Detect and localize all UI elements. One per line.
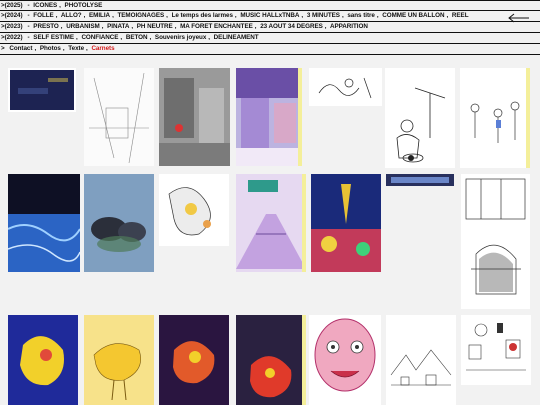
- gallery-thumbnail[interactable]: [84, 174, 154, 272]
- gallery-thumbnail[interactable]: [309, 315, 381, 405]
- gallery-thumbnail[interactable]: [386, 174, 454, 186]
- gallery-thumbnail[interactable]: [8, 315, 78, 405]
- gallery-thumbnail[interactable]: [236, 315, 306, 405]
- gallery-thumbnail[interactable]: [159, 315, 229, 405]
- gallery-thumbnail[interactable]: [236, 68, 302, 166]
- gallery-thumbnail[interactable]: [386, 315, 456, 405]
- gallery-thumbnail[interactable]: [311, 174, 381, 272]
- gallery-thumbnail[interactable]: [236, 174, 306, 272]
- gallery-thumbnail[interactable]: [8, 68, 76, 112]
- gallery-thumbnail[interactable]: [461, 315, 531, 385]
- gallery-thumbnail[interactable]: [159, 174, 229, 246]
- gallery-thumbnail[interactable]: [84, 68, 154, 166]
- gallery-thumbnail[interactable]: [159, 68, 230, 166]
- gallery-thumbnail[interactable]: [309, 68, 382, 106]
- gallery-thumbnail[interactable]: [385, 68, 455, 168]
- gallery-thumbnail[interactable]: [8, 174, 80, 272]
- gallery-thumbnail[interactable]: [461, 174, 530, 309]
- sketchbook-gallery: [0, 0, 540, 405]
- gallery-thumbnail[interactable]: [84, 315, 154, 405]
- gallery-thumbnail[interactable]: [460, 68, 530, 168]
